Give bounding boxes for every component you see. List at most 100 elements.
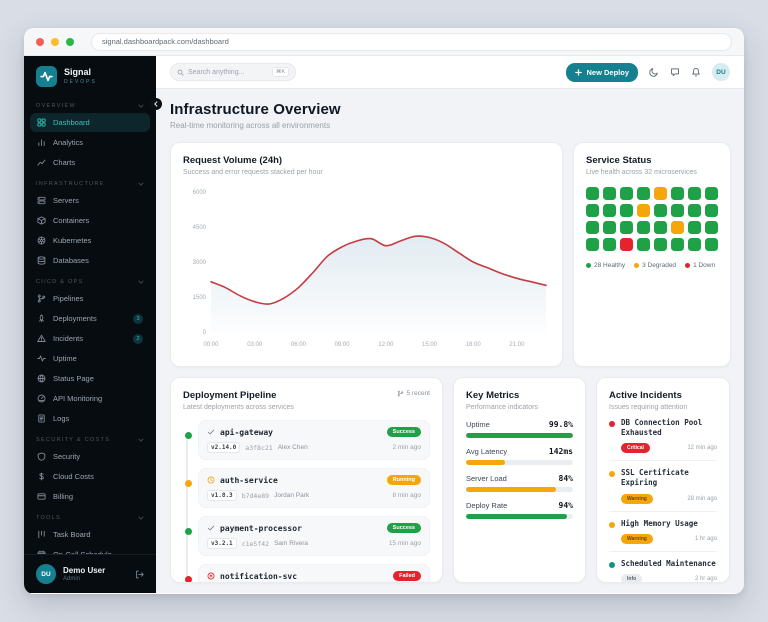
deployment-item[interactable]: payment-processor Success v3.2.1 c1e5f42… xyxy=(185,516,430,556)
sidebar-collapse-button[interactable] xyxy=(150,98,162,110)
service-cell-r1c7-healthy[interactable] xyxy=(688,187,701,200)
sidebar-item-kubernetes[interactable]: Kubernetes xyxy=(30,231,150,250)
deployment-item[interactable]: auth-service Running v1.8.3 b7d4e89 Jord… xyxy=(185,468,430,508)
traffic-light-maximize[interactable] xyxy=(66,37,74,46)
service-cell-r1c1-healthy[interactable] xyxy=(586,187,599,200)
deploy-status-badge: Success xyxy=(386,427,421,437)
service-cell-r2c2-healthy[interactable] xyxy=(603,204,616,217)
incident-time: 1 hr ago xyxy=(694,535,717,542)
sidebar-item-databases[interactable]: Databases xyxy=(30,251,150,270)
sidebar-item-label: Logs xyxy=(53,414,70,423)
sidebar-item-api-monitoring[interactable]: API Monitoring xyxy=(30,389,150,408)
sidebar-item-servers[interactable]: Servers xyxy=(30,191,150,210)
sidebar-item-label: Analytics xyxy=(53,138,84,147)
sidebar-item-charts[interactable]: Charts xyxy=(30,153,150,172)
service-cell-r4c4-healthy[interactable] xyxy=(637,238,650,251)
sidebar-item-deployments[interactable]: Deployments 3 xyxy=(30,309,150,328)
topbar-avatar[interactable]: DU xyxy=(712,63,730,81)
version-badge: v3.2.1 xyxy=(207,538,237,549)
sidebar-section-label[interactable]: INFRASTRUCTURE xyxy=(24,173,156,190)
page-title: Infrastructure Overview xyxy=(170,101,341,118)
search-input[interactable]: Search anything... ⌘K xyxy=(170,63,296,81)
deployment-item[interactable]: api-gateway Success v2.14.0 a3f8c21 Alex… xyxy=(185,420,430,460)
incident-item[interactable]: Scheduled Maintenance Info 2 hr ago xyxy=(609,552,717,582)
sidebar-item-billing[interactable]: Billing xyxy=(30,487,150,506)
service-cell-r2c6-healthy[interactable] xyxy=(671,204,684,217)
gauge-icon xyxy=(37,394,46,403)
service-cell-r1c8-healthy[interactable] xyxy=(705,187,718,200)
sidebar-item-containers[interactable]: Containers xyxy=(30,211,150,230)
sidebar-item-on-call-schedule[interactable]: On-Call Schedule xyxy=(30,545,150,554)
service-cell-r2c1-healthy[interactable] xyxy=(586,204,599,217)
service-cell-r3c1-healthy[interactable] xyxy=(586,221,599,234)
incident-item[interactable]: DB Connection Pool Exhausted Critical 12… xyxy=(609,411,717,462)
sidebar-item-dashboard[interactable]: Dashboard xyxy=(30,113,150,132)
sidebar-section-label[interactable]: CI/CD & OPS xyxy=(24,271,156,288)
address-bar[interactable]: signal.dashboardpack.com/dashboard xyxy=(91,32,732,51)
sidebar-user[interactable]: DU Demo User Admin xyxy=(24,554,156,593)
service-cell-r3c8-healthy[interactable] xyxy=(705,221,718,234)
sidebar-section-label[interactable]: SECURITY & COSTS xyxy=(24,429,156,446)
service-cell-r2c8-healthy[interactable] xyxy=(705,204,718,217)
new-deploy-button[interactable]: New Deploy xyxy=(566,62,638,82)
service-cell-r4c7-healthy[interactable] xyxy=(688,238,701,251)
service-cell-r4c6-healthy[interactable] xyxy=(671,238,684,251)
legend-dot xyxy=(586,263,591,268)
sidebar-item-analytics[interactable]: Analytics xyxy=(30,133,150,152)
sidebar-item-cloud-costs[interactable]: Cloud Costs xyxy=(30,467,150,486)
service-cell-r1c6-healthy[interactable] xyxy=(671,187,684,200)
svg-text:06:00: 06:00 xyxy=(291,342,307,348)
traffic-light-close[interactable] xyxy=(36,37,44,46)
section-label-text: SECURITY & COSTS xyxy=(36,437,111,443)
service-cell-r4c1-healthy[interactable] xyxy=(586,238,599,251)
sidebar-item-task-board[interactable]: Task Board xyxy=(30,525,150,544)
service-status-title: Service Status xyxy=(586,155,652,166)
sidebar-item-security[interactable]: Security xyxy=(30,447,150,466)
deployment-item[interactable]: notification-svc Failed v1.4.0 d9a8b73 M… xyxy=(185,564,430,582)
logout-icon[interactable] xyxy=(135,570,144,579)
sidebar-section-label[interactable]: TOOLS xyxy=(24,507,156,524)
bell-icon[interactable] xyxy=(691,67,701,77)
browser-window: signal.dashboardpack.com/dashboard Signa… xyxy=(24,28,744,594)
service-cell-r2c4-degraded[interactable] xyxy=(637,204,650,217)
metric-progress-fill xyxy=(466,514,567,519)
sidebar-item-incidents[interactable]: Incidents 2 xyxy=(30,329,150,348)
traffic-light-minimize[interactable] xyxy=(51,37,59,46)
service-cell-r3c5-healthy[interactable] xyxy=(654,221,667,234)
section-label-text: CI/CD & OPS xyxy=(36,279,84,285)
service-cell-r3c3-healthy[interactable] xyxy=(620,221,633,234)
service-cell-r3c6-degraded[interactable] xyxy=(671,221,684,234)
service-cell-r4c2-healthy[interactable] xyxy=(603,238,616,251)
svg-text:03:00: 03:00 xyxy=(247,342,263,348)
timeline-rail xyxy=(186,434,188,582)
incident-item[interactable]: High Memory Usage Warning 1 hr ago xyxy=(609,512,717,552)
service-cell-r1c4-healthy[interactable] xyxy=(637,187,650,200)
sidebar-nav: OVERVIEW Dashboard Analytics Charts INFR… xyxy=(24,95,156,554)
service-cell-r1c3-healthy[interactable] xyxy=(620,187,633,200)
incident-item[interactable]: SSL Certificate Expiring Warning 28 min … xyxy=(609,461,717,512)
service-cell-r3c2-healthy[interactable] xyxy=(603,221,616,234)
dark-mode-icon[interactable] xyxy=(649,67,659,77)
service-cell-r3c7-healthy[interactable] xyxy=(688,221,701,234)
service-cell-r3c4-healthy[interactable] xyxy=(637,221,650,234)
metric-progress-track xyxy=(466,487,573,492)
service-cell-r2c5-healthy[interactable] xyxy=(654,204,667,217)
sidebar-item-uptime[interactable]: Uptime xyxy=(30,349,150,368)
sidebar-item-label: Containers xyxy=(53,216,90,225)
sidebar-item-label: API Monitoring xyxy=(53,394,103,403)
chat-icon[interactable] xyxy=(670,67,680,77)
sidebar-section-label[interactable]: OVERVIEW xyxy=(24,95,156,112)
incident-severity-badge: Warning xyxy=(621,493,653,504)
sidebar-item-logs[interactable]: Logs xyxy=(30,409,150,428)
service-cell-r1c5-degraded[interactable] xyxy=(654,187,667,200)
service-cell-r2c3-healthy[interactable] xyxy=(620,204,633,217)
service-cell-r4c5-healthy[interactable] xyxy=(654,238,667,251)
check-icon xyxy=(207,524,215,532)
sidebar-item-status-page[interactable]: Status Page xyxy=(30,369,150,388)
incident-list: DB Connection Pool Exhausted Critical 12… xyxy=(609,411,717,582)
sidebar-item-pipelines[interactable]: Pipelines xyxy=(30,289,150,308)
service-cell-r4c8-healthy[interactable] xyxy=(705,238,718,251)
service-cell-r1c2-healthy[interactable] xyxy=(603,187,616,200)
service-cell-r2c7-healthy[interactable] xyxy=(688,204,701,217)
service-cell-r4c3-down[interactable] xyxy=(620,238,633,251)
